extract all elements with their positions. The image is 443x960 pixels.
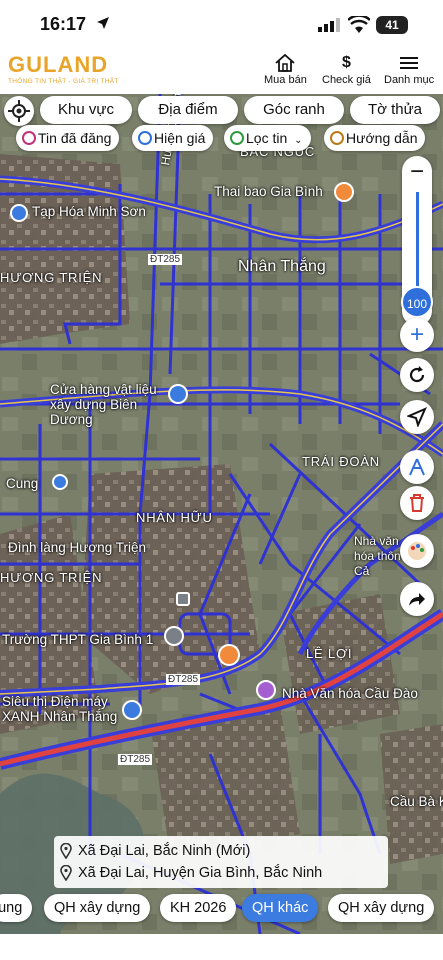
chip-loc-tin[interactable]: Lọc tin ⌄: [224, 125, 311, 151]
brand-logo[interactable]: GULAND THÔNG TIN THẬT - GIÁ TRỊ THẬT: [8, 52, 119, 86]
refresh-icon: [409, 366, 425, 383]
planning-layer-tabs: hung QH xây dựng KH 2026 QH khác QH xây …: [0, 894, 443, 924]
road-number: ĐT285: [118, 754, 153, 765]
map-label: Đình làng Hương Triện: [8, 540, 146, 555]
map-label: TRÁI ĐOÀN: [302, 454, 380, 469]
location-pin-icon: [60, 843, 72, 859]
filter-to-thua[interactable]: Tờ thửa: [350, 96, 440, 124]
map-label: HƯƠNG TRIỆN: [0, 270, 103, 285]
refresh-button[interactable]: [400, 358, 434, 392]
measure-icon: [409, 458, 425, 476]
wifi-icon: [348, 16, 370, 33]
chip-tin-da-dang[interactable]: Tin đã đăng: [16, 125, 120, 151]
brand-name: GULAND: [8, 52, 109, 77]
map-label: LÊ LỢI: [306, 646, 353, 661]
nav-danh-muc[interactable]: Danh mục: [384, 52, 434, 86]
nav-label: Mua bán: [264, 74, 307, 86]
road-number: ĐT285: [148, 254, 183, 265]
chip-hien-gia[interactable]: Hiện giá: [132, 125, 214, 151]
plus-icon: +: [409, 321, 424, 348]
tab-layer[interactable]: hung: [0, 894, 33, 922]
map-label: Siêu thị Điện máy XANH Nhân Thắng: [2, 694, 118, 724]
measure-button[interactable]: [400, 450, 434, 484]
map-label: Trường THPT Gia Bình 1: [2, 632, 154, 647]
chip-label: Hướng dẫn: [346, 130, 418, 146]
my-location-button[interactable]: [4, 96, 34, 126]
nav-label: Danh mục: [384, 74, 435, 86]
address-row-old: Xã Đại Lai, Huyện Gia Bình, Bắc Ninh: [60, 862, 382, 884]
chip-label: Hiện giá: [154, 130, 206, 146]
address-line-1: Xã Đại Lai, Bắc Ninh (Mới): [78, 843, 251, 859]
share-button[interactable]: [400, 582, 434, 616]
brand-tagline: THÔNG TIN THẬT - GIÁ TRỊ THẬT: [8, 78, 119, 85]
filter-dia-diem[interactable]: Địa điểm: [138, 96, 238, 124]
road-number: ĐT285: [166, 674, 201, 685]
map-view[interactable]: Tạp Hóa Minh Sơn Thai bao Gia Bình BẮC N…: [0, 94, 443, 934]
store-pin-icon[interactable]: [168, 384, 188, 404]
store-pin-icon[interactable]: [122, 700, 142, 720]
filter-khu-vuc[interactable]: Khu vực: [40, 96, 132, 124]
map-label: NHÂN HỮU: [136, 510, 213, 525]
map-label: Cầu Bà K: [390, 794, 443, 809]
chip-label: Lọc tin: [246, 130, 288, 146]
address-card: Xã Đại Lai, Bắc Ninh (Mới) Xã Đại Lai, H…: [54, 836, 388, 888]
filter-goc-ranh[interactable]: Góc ranh: [244, 96, 344, 124]
location-pin-icon: [60, 865, 72, 881]
store-pin-icon[interactable]: [52, 474, 68, 490]
nav-mua-ban[interactable]: Mua bán: [264, 52, 307, 86]
map-label: Tạp Hóa Minh Sơn: [32, 204, 146, 219]
nav-check-gia[interactable]: $ Check giá: [322, 52, 371, 86]
map-label: HƯƠNG TRIỆN: [0, 570, 103, 585]
house-icon: [274, 52, 296, 74]
store-pin-icon[interactable]: [10, 204, 28, 222]
layer-style-button[interactable]: [400, 534, 434, 568]
filter-icon: [230, 131, 244, 145]
map-label: Nhà Văn hóa Cầu Đào: [282, 686, 418, 701]
school-pin-icon[interactable]: [164, 626, 184, 646]
location-arrow-icon: [97, 17, 109, 29]
chip-label: Tin đã đăng: [38, 130, 112, 146]
tab-qh-khac[interactable]: QH khác: [242, 894, 319, 922]
target-icon: [8, 100, 30, 122]
navigate-button[interactable]: [400, 400, 434, 434]
status-time: 16:17: [40, 14, 87, 34]
dollar-icon: $: [342, 54, 351, 71]
zoom-out-icon[interactable]: −: [410, 160, 424, 184]
culture-house-pin-icon[interactable]: [256, 680, 276, 700]
map-label: Nhân Thắng: [238, 258, 326, 275]
tab-kh-2026[interactable]: KH 2026: [160, 894, 237, 922]
bottom-area: [0, 934, 443, 960]
nav-label: Check giá: [322, 74, 371, 86]
zoom-level-badge[interactable]: 100: [401, 286, 433, 318]
palette-icon: [408, 542, 426, 560]
restaurant-pin-icon[interactable]: [218, 644, 240, 666]
delete-button[interactable]: [400, 486, 434, 520]
map-background: [0, 94, 443, 934]
map-label: Cung: [6, 476, 39, 491]
map-label: Cửa hàng vật liệu xây dựng Biên Dương: [50, 382, 157, 427]
guide-icon: [330, 131, 344, 145]
chevron-down-icon: ⌄: [294, 135, 303, 146]
posts-icon: [22, 131, 36, 145]
chip-huong-dan[interactable]: Hướng dẫn: [324, 125, 426, 151]
app-header: GULAND THÔNG TIN THẬT - GIÁ TRỊ THẬT Mua…: [0, 48, 443, 94]
bus-stop-icon[interactable]: [176, 592, 190, 606]
address-row-new: Xã Đại Lai, Bắc Ninh (Mới): [60, 840, 382, 862]
navigation-arrow-icon: [407, 407, 427, 427]
trash-icon: [410, 494, 424, 512]
share-arrow-icon: [409, 593, 425, 606]
cafe-pin-icon[interactable]: [334, 182, 354, 202]
cellular-signal-icon: [318, 18, 340, 32]
zoom-in-button[interactable]: +: [400, 318, 434, 352]
menu-icon: [399, 52, 419, 74]
map-label: Thai bao Gia Bình: [214, 184, 323, 199]
status-bar: 16:17 41: [0, 0, 443, 48]
tab-qh-xay-dung[interactable]: QH xây dựng: [44, 894, 151, 922]
battery-indicator: 41: [376, 16, 408, 34]
check-circle-icon: [138, 131, 152, 145]
tab-qh-xay-dung-2[interactable]: QH xây dựng: [328, 894, 435, 922]
address-line-2: Xã Đại Lai, Huyện Gia Bình, Bắc Ninh: [78, 865, 323, 881]
